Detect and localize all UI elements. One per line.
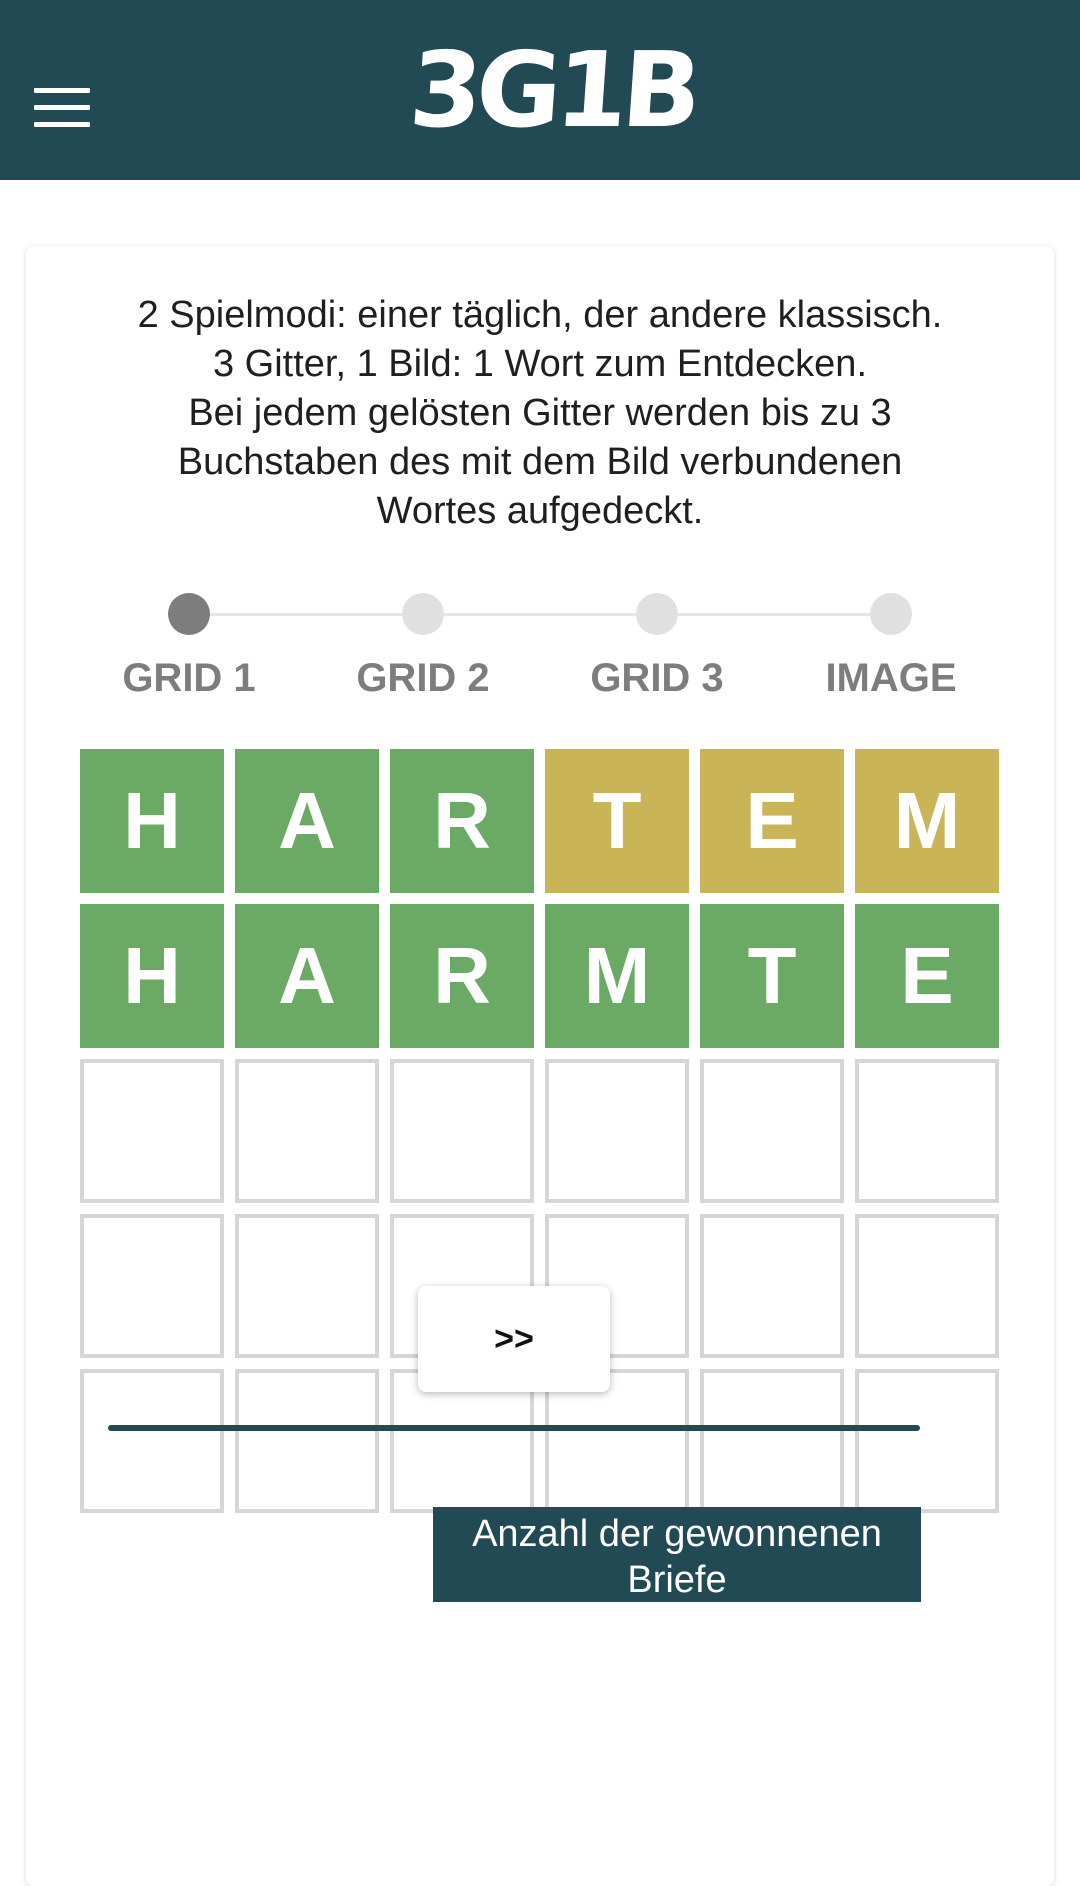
grid-row: H A R T E M	[80, 749, 1000, 893]
grid-tile	[700, 1369, 844, 1513]
grid-tile: A	[235, 749, 379, 893]
step-label-grid-3[interactable]: GRID 3	[557, 656, 757, 701]
app-header: 3G1B	[0, 0, 1080, 180]
intro-line: Bei jedem gelösten Gitter werden bis zu …	[188, 392, 892, 434]
grid-row: H A R M T E	[80, 904, 1000, 1048]
game-card: 2 Spielmodi: einer täglich, der andere k…	[26, 246, 1054, 1886]
grid-tile	[855, 1214, 999, 1358]
app-logo: 3G1B	[405, 29, 700, 151]
grid-tile: T	[700, 904, 844, 1048]
grid-tile	[235, 1059, 379, 1203]
grid-tile	[235, 1214, 379, 1358]
intro-line: 3 Gitter, 1 Bild: 1 Wort zum Entdecken.	[212, 343, 868, 385]
grid-tile	[80, 1369, 224, 1513]
grid-tile	[80, 1059, 224, 1203]
stepper-connector	[189, 613, 892, 616]
hamburger-menu-icon[interactable]	[34, 88, 90, 128]
step-label-grid-1[interactable]: GRID 1	[89, 656, 289, 701]
grid-tile: E	[700, 749, 844, 893]
intro-line: Buchstaben des mit dem Bild verbundenen	[177, 441, 903, 483]
grid-tile	[700, 1214, 844, 1358]
section-divider	[108, 1425, 920, 1431]
grid-tile	[855, 1059, 999, 1203]
grid-tile: E	[855, 904, 999, 1048]
next-button[interactable]: >>	[418, 1286, 610, 1392]
grid-tile: M	[855, 749, 999, 893]
grid-tile: R	[390, 904, 534, 1048]
intro-text: 2 Spielmodi: einer täglich, der andere k…	[66, 291, 1014, 536]
step-label-grid-2[interactable]: GRID 2	[323, 656, 523, 701]
grid-tile	[700, 1059, 844, 1203]
grid-tile: H	[80, 904, 224, 1048]
step-dot-grid-1[interactable]	[168, 593, 210, 635]
won-letters-counter: Anzahl der gewonnenen Briefe	[433, 1507, 921, 1602]
grid-tile: M	[545, 904, 689, 1048]
intro-line: Wortes aufgedeckt.	[376, 490, 704, 532]
step-dot-image[interactable]	[870, 593, 912, 635]
grid-tile	[80, 1214, 224, 1358]
grid-row	[80, 1059, 1000, 1203]
step-dot-grid-3[interactable]	[636, 593, 678, 635]
step-dot-grid-2[interactable]	[402, 593, 444, 635]
grid-tile: A	[235, 904, 379, 1048]
intro-line: 2 Spielmodi: einer täglich, der andere k…	[137, 294, 943, 336]
grid-tile	[390, 1059, 534, 1203]
grid-tile: T	[545, 749, 689, 893]
step-label-image[interactable]: IMAGE	[791, 656, 991, 701]
word-grid: H A R T E M H A R M T E	[80, 749, 1000, 1524]
grid-tile	[235, 1369, 379, 1513]
grid-tile: R	[390, 749, 534, 893]
grid-tile	[855, 1369, 999, 1513]
grid-tile: H	[80, 749, 224, 893]
grid-tile	[545, 1059, 689, 1203]
